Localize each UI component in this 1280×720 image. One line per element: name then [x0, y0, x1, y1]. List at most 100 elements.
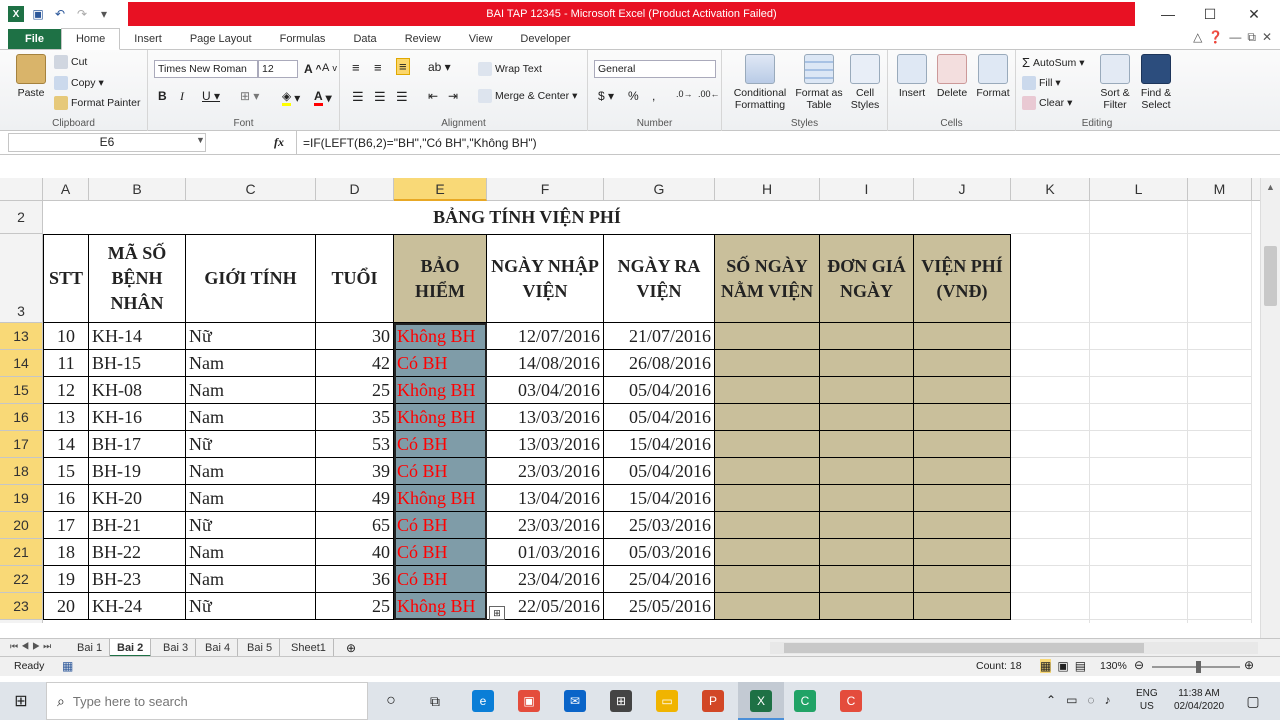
sheet-tab-bai-5[interactable]: Bai 5 — [240, 639, 281, 657]
empty-khaki-cell[interactable] — [914, 323, 1011, 350]
customize-qat-icon[interactable]: ▾ — [96, 6, 112, 22]
clock[interactable]: 11:38 AM 02/04/2020 — [1170, 687, 1228, 713]
cell-bh[interactable]: Có BH — [394, 566, 487, 593]
increase-decimal-icon[interactable]: .0→ — [676, 89, 693, 99]
view-buttons[interactable]: ▦ ▣ ▤ — [1040, 659, 1086, 673]
empty-khaki-cell[interactable] — [820, 350, 914, 377]
merge-center-button[interactable]: Merge & Center ▾ — [478, 89, 577, 103]
cell-stt[interactable]: 18 — [43, 539, 89, 566]
cell-tuoi[interactable]: 65 — [316, 512, 394, 539]
cell-ma[interactable]: KH-24 — [89, 593, 186, 620]
undo-icon[interactable]: ↶ — [52, 6, 68, 22]
cell-bh[interactable]: Có BH — [394, 458, 487, 485]
column-header-e[interactable]: E — [394, 178, 487, 201]
tab-home[interactable]: Home — [60, 28, 121, 50]
font-size-combo[interactable]: 12 — [258, 60, 298, 78]
decrease-decimal-icon[interactable]: .00← — [698, 89, 720, 99]
format-painter-button[interactable]: Format Painter — [54, 96, 140, 110]
cell-ma[interactable]: BH-17 — [89, 431, 186, 458]
cell-stt[interactable]: 19 — [43, 566, 89, 593]
column-header-i[interactable]: I — [820, 178, 914, 201]
row-header[interactable]: 22 — [0, 566, 43, 593]
row-header[interactable]: 17 — [0, 431, 43, 458]
font-name-combo[interactable]: Times New Roman — [154, 60, 258, 78]
cell-gt[interactable]: Nữ — [186, 512, 316, 539]
cell-tuoi[interactable]: 35 — [316, 404, 394, 431]
empty-khaki-cell[interactable] — [820, 431, 914, 458]
cell-stt[interactable]: 17 — [43, 512, 89, 539]
cell-nhap[interactable]: 23/04/2016 — [487, 566, 604, 593]
sheet-tab-bai-1[interactable]: Bai 1 — [70, 639, 111, 657]
sheet-tab-bai-4[interactable]: Bai 4 — [198, 639, 239, 657]
cell-ma[interactable]: KH-14 — [89, 323, 186, 350]
battery-icon[interactable]: ▭ — [1066, 693, 1077, 707]
sheet-tab-bai-3[interactable]: Bai 3 — [156, 639, 197, 657]
cell-tuoi[interactable]: 49 — [316, 485, 394, 512]
column-header-b[interactable]: B — [89, 178, 186, 201]
cell-gt[interactable]: Nam — [186, 458, 316, 485]
cell-ra[interactable]: 21/07/2016 — [604, 323, 715, 350]
cell-ra[interactable]: 26/08/2016 — [604, 350, 715, 377]
cell-tuoi[interactable]: 39 — [316, 458, 394, 485]
cell-gt[interactable]: Nam — [186, 350, 316, 377]
gift-app-icon[interactable]: ▣ — [518, 690, 540, 712]
name-box-dropdown-icon[interactable]: ▼ — [196, 135, 205, 145]
taskbar-search[interactable]: ⌕ — [46, 682, 368, 720]
task-view-icon[interactable]: ⧉ — [424, 690, 446, 712]
sort-filter-button[interactable]: Sort & Filter — [1096, 54, 1134, 111]
increase-indent-icon[interactable]: ⇥ — [448, 89, 458, 103]
close-button[interactable]: ✕ — [1232, 0, 1276, 28]
currency-icon[interactable]: $ ▾ — [598, 89, 614, 103]
cell-bh[interactable]: Không BH — [394, 404, 487, 431]
language-indicator[interactable]: ENG US — [1136, 687, 1158, 713]
cell-bh[interactable]: Không BH — [394, 485, 487, 512]
sheet-tab-sheet1[interactable]: Sheet1 — [284, 639, 334, 657]
row-header[interactable]: 15 — [0, 377, 43, 404]
bold-icon[interactable]: B — [158, 89, 167, 103]
notifications-icon[interactable]: ▢ — [1242, 690, 1264, 712]
cell-ma[interactable]: KH-08 — [89, 377, 186, 404]
clear-button[interactable]: Clear ▾ — [1022, 96, 1072, 110]
cell-ma[interactable]: BH-19 — [89, 458, 186, 485]
cell-tuoi[interactable]: 25 — [316, 377, 394, 404]
cell-ma[interactable]: BH-15 — [89, 350, 186, 377]
empty-khaki-cell[interactable] — [820, 404, 914, 431]
cell-ma[interactable]: BH-23 — [89, 566, 186, 593]
format-cells-button[interactable]: Format — [972, 54, 1014, 99]
cell-stt[interactable]: 11 — [43, 350, 89, 377]
empty-khaki-cell[interactable] — [715, 350, 820, 377]
tab-insert[interactable]: Insert — [120, 29, 176, 49]
row-header[interactable]: 16 — [0, 404, 43, 431]
empty-khaki-cell[interactable] — [914, 512, 1011, 539]
cell-nhap[interactable]: 01/03/2016 — [487, 539, 604, 566]
cell-ra[interactable]: 25/03/2016 — [604, 512, 715, 539]
cell-nhap[interactable]: 23/03/2016 — [487, 512, 604, 539]
borders-icon[interactable]: ⊞ ▾ — [240, 89, 259, 103]
window-minimize-icon[interactable]: — — [1229, 30, 1241, 45]
cell-stt[interactable]: 14 — [43, 431, 89, 458]
zoom-in-icon[interactable]: ⊕ — [1244, 658, 1254, 672]
empty-khaki-cell[interactable] — [914, 404, 1011, 431]
cortana-icon[interactable]: ○ — [380, 690, 402, 712]
empty-khaki-cell[interactable] — [715, 593, 820, 620]
cell-bh[interactable]: Có BH — [394, 539, 487, 566]
empty-khaki-cell[interactable] — [820, 593, 914, 620]
align-middle-icon[interactable]: ≡ — [374, 60, 382, 75]
cell-ra[interactable]: 15/04/2016 — [604, 485, 715, 512]
zoom-out-icon[interactable]: ⊖ — [1134, 658, 1144, 672]
cell-ra[interactable]: 05/04/2016 — [604, 377, 715, 404]
tab-view[interactable]: View — [455, 29, 507, 49]
empty-khaki-cell[interactable] — [715, 458, 820, 485]
camtasia-green-icon[interactable]: C — [794, 690, 816, 712]
grow-font-icon[interactable]: A ^ — [304, 62, 322, 76]
cell-tuoi[interactable]: 36 — [316, 566, 394, 593]
window-restore-icon[interactable]: ⧉ — [1247, 30, 1256, 45]
zoom-slider-thumb[interactable] — [1196, 661, 1201, 673]
cell-ra[interactable]: 05/04/2016 — [604, 458, 715, 485]
empty-khaki-cell[interactable] — [820, 377, 914, 404]
cell-stt[interactable]: 13 — [43, 404, 89, 431]
paste-button[interactable]: Paste — [12, 54, 50, 99]
column-header-d[interactable]: D — [316, 178, 394, 201]
column-header-l[interactable]: L — [1090, 178, 1188, 201]
empty-khaki-cell[interactable] — [914, 350, 1011, 377]
